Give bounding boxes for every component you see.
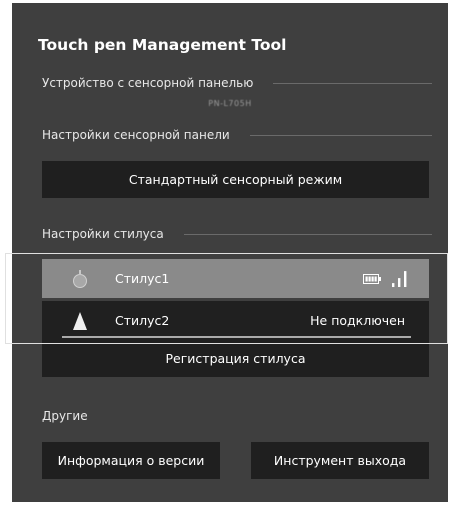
pen-list-highlight-frame [5, 253, 448, 344]
touch-settings-section-header: Настройки сенсорной панели [42, 128, 432, 142]
app-title: Touch pen Management Tool [38, 36, 287, 54]
section-divider [249, 134, 432, 136]
stylus-settings-label: Настройки стилуса [42, 227, 164, 241]
stylus-section-header: Настройки стилуса [42, 227, 432, 241]
device-id: PN-L705H [208, 99, 252, 108]
section-divider [183, 233, 432, 235]
touch-mode-button[interactable]: Стандартный сенсорный режим [42, 161, 429, 198]
other-section-label: Другие [42, 409, 88, 423]
exit-tool-button[interactable]: Инструмент выхода [251, 442, 429, 479]
device-section-label: Устройство с сенсорной панелью [42, 76, 254, 90]
device-section-header: Устройство с сенсорной панелью [42, 76, 432, 90]
other-section-header: Другие [42, 409, 432, 423]
touch-settings-label: Настройки сенсорной панели [42, 128, 230, 142]
section-divider [273, 82, 432, 84]
version-info-button[interactable]: Информация о версии [42, 442, 220, 479]
register-stylus-button[interactable]: Регистрация стилуса [42, 340, 429, 377]
